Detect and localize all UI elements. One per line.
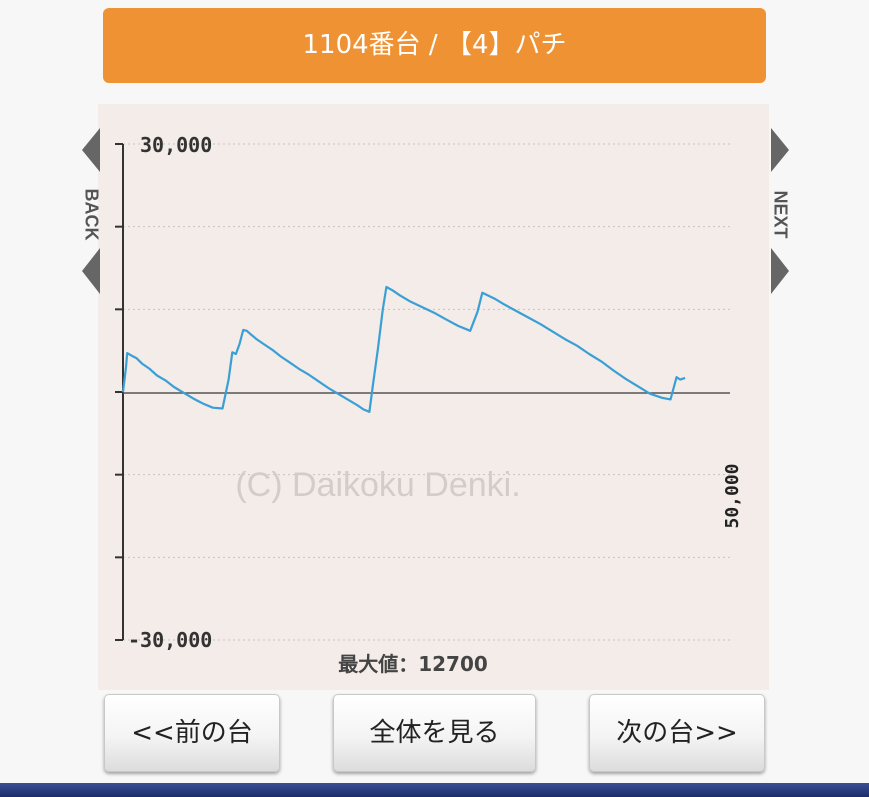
- view-all-label: 全体を見る: [369, 718, 500, 748]
- prev-machine-label: <<前の台: [131, 718, 253, 748]
- next-machine-label: 次の台>>: [616, 718, 738, 748]
- machine-title: 1104番台 / 【4】パチ: [302, 30, 567, 60]
- back-nav-button[interactable]: BACK: [78, 128, 104, 300]
- x-axis-max-label: 50,000: [722, 463, 743, 528]
- graph-panel: (C) Daikoku Denki. 30,000 -30,000 50,000…: [98, 104, 769, 690]
- footer-bar: [0, 783, 869, 797]
- chart-watermark: (C) Daikoku Denki.: [235, 466, 520, 504]
- max-value-label: 最大値：12700: [338, 652, 488, 676]
- y-axis-max-label: 30,000: [140, 133, 212, 157]
- next-machine-button[interactable]: 次の台>>: [589, 694, 765, 772]
- y-axis-min-label: -30,000: [128, 628, 212, 652]
- slump-graph: (C) Daikoku Denki. 30,000 -30,000 50,000…: [115, 133, 743, 676]
- back-label: BACK: [81, 188, 102, 241]
- machine-title-bar: 1104番台 / 【4】パチ: [103, 8, 766, 83]
- next-label: NEXT: [770, 190, 791, 239]
- next-nav-button[interactable]: NEXT: [767, 128, 793, 300]
- view-all-button[interactable]: 全体を見る: [333, 694, 536, 772]
- prev-machine-button[interactable]: <<前の台: [104, 694, 280, 772]
